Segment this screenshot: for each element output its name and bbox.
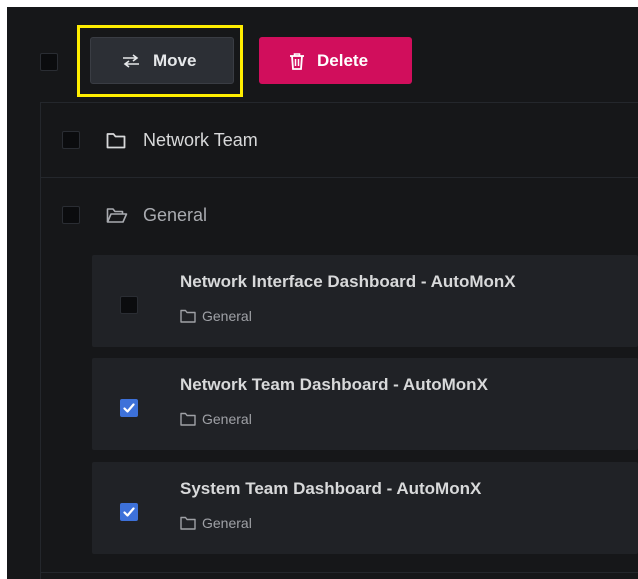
dashboard-folder-label: General [202, 308, 252, 324]
dashboard-folder-label: General [202, 411, 252, 427]
dashboard-checkbox[interactable] [120, 399, 138, 417]
folder-checkbox-general[interactable] [62, 206, 80, 224]
folder-icon [180, 516, 196, 530]
dashboard-folder: General [180, 515, 252, 531]
search-results-panel: Move Delete Network Team General Network… [7, 7, 638, 579]
folder-row-network-team[interactable]: Network Team [40, 103, 638, 177]
move-button-label: Move [153, 50, 197, 70]
dashboard-title: System Team Dashboard - AutoMonX [180, 479, 482, 498]
folder-row-general[interactable]: General [40, 178, 638, 252]
dashboard-folder-label: General [202, 515, 252, 531]
folder-icon [180, 309, 196, 323]
dashboard-item[interactable]: System Team Dashboard - AutoMonX General [92, 462, 638, 554]
dashboard-item[interactable]: Network Interface Dashboard - AutoMonX G… [92, 255, 638, 347]
checkmark-icon [123, 507, 135, 517]
dashboard-folder: General [180, 308, 252, 324]
dashboard-title: Network Team Dashboard - AutoMonX [180, 375, 488, 394]
folder-checkbox-network-team[interactable] [62, 131, 80, 149]
dashboard-checkbox[interactable] [120, 503, 138, 521]
exchange-arrows-icon [121, 53, 141, 68]
delete-button[interactable]: Delete [259, 37, 412, 84]
checkmark-icon [123, 403, 135, 413]
dashboard-title: Network Interface Dashboard - AutoMonX [180, 272, 516, 291]
dashboard-item[interactable]: Network Team Dashboard - AutoMonX Genera… [92, 358, 638, 450]
folder-label-network-team: Network Team [143, 129, 258, 150]
bulk-actions-toolbar: Move Delete [7, 7, 638, 102]
folder-open-icon [106, 207, 128, 224]
folder-label-general: General [143, 204, 208, 225]
folder-icon [106, 132, 126, 149]
trash-icon [289, 52, 305, 70]
row-divider [40, 572, 638, 573]
dashboard-checkbox[interactable] [120, 296, 138, 314]
move-button[interactable]: Move [90, 37, 234, 84]
folder-icon [180, 412, 196, 426]
delete-button-label: Delete [317, 50, 369, 70]
dashboard-folder: General [180, 411, 252, 427]
select-all-checkbox[interactable] [40, 53, 58, 71]
